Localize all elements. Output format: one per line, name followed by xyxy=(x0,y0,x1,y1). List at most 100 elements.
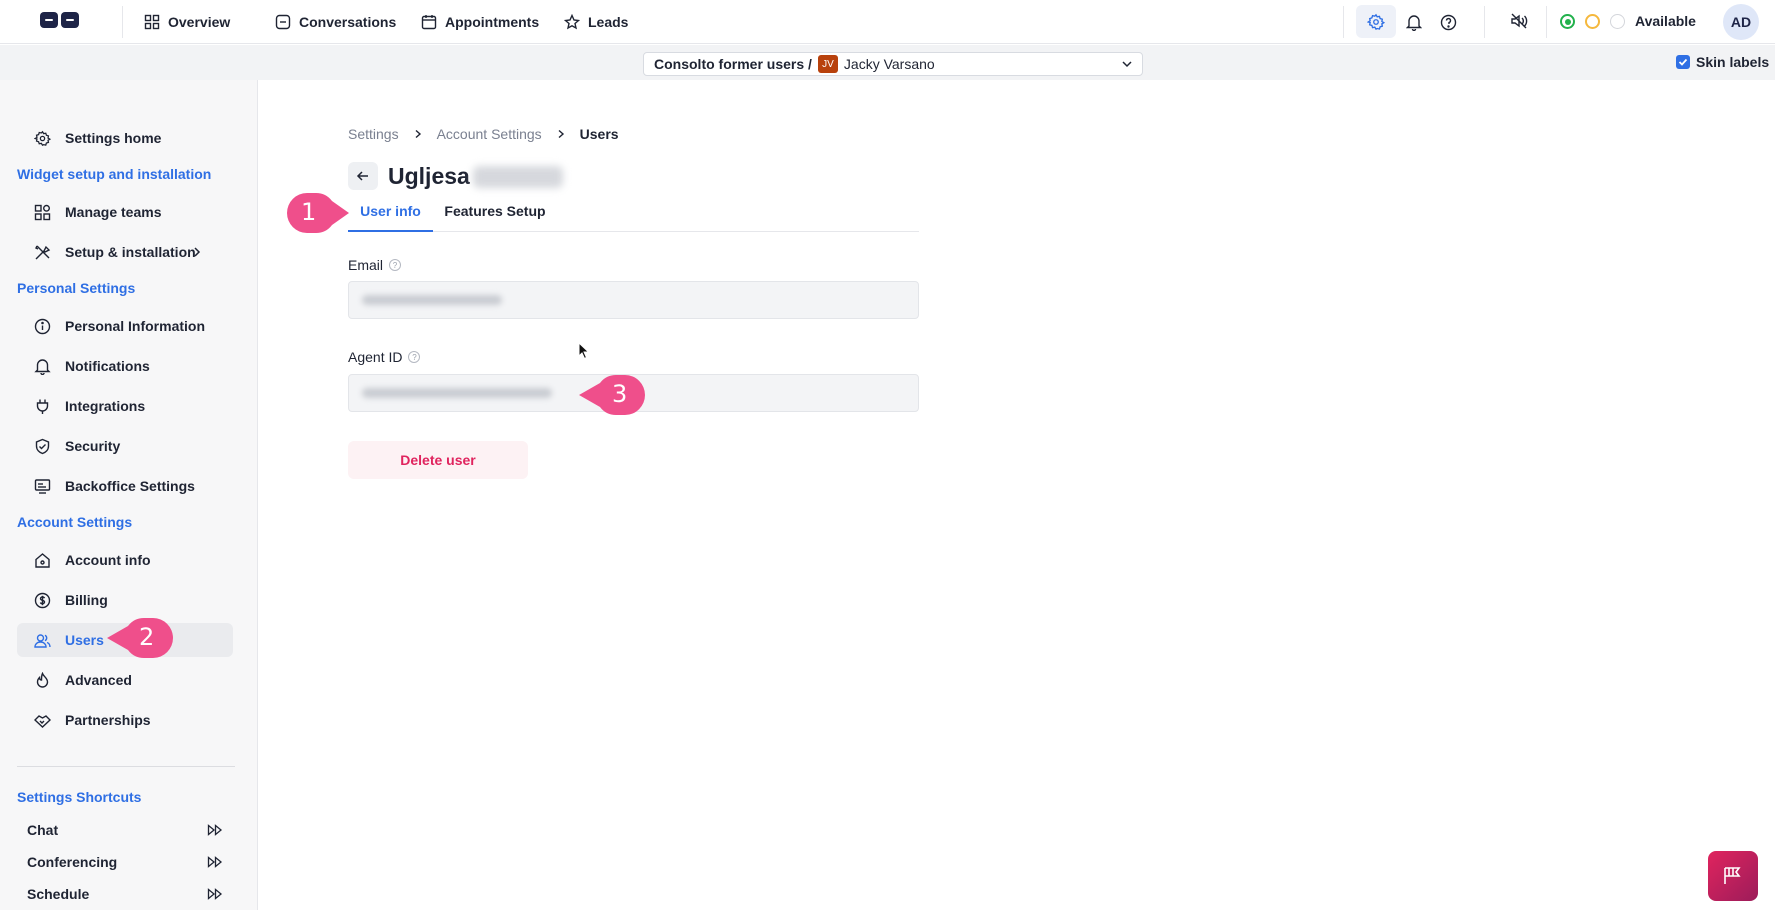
nav-conversations-label: Conversations xyxy=(299,14,397,30)
sidebar-item-manage-teams[interactable]: Manage teams xyxy=(17,195,233,229)
nav-overview-label: Overview xyxy=(168,14,231,30)
shortcut-schedule[interactable]: Schedule xyxy=(27,886,227,902)
sidebar-item-partnerships[interactable]: Partnerships xyxy=(17,703,233,737)
help-icon xyxy=(1440,14,1456,30)
sidebar-item-setup-installation[interactable]: Setup & installation xyxy=(17,235,233,269)
redacted-agent-id xyxy=(362,388,552,398)
delete-user-button[interactable]: Delete user xyxy=(348,441,528,479)
divider xyxy=(1343,6,1344,38)
agent-id-label-text: Agent ID xyxy=(348,349,403,365)
grid-icon xyxy=(144,14,160,30)
sidebar-item-label: Billing xyxy=(65,592,108,608)
breadcrumb-settings[interactable]: Settings xyxy=(348,126,399,142)
status-away-dot[interactable] xyxy=(1585,14,1600,29)
sidebar-item-advanced[interactable]: Advanced xyxy=(17,663,233,697)
settings-sidebar: Settings home Widget setup and installat… xyxy=(0,80,258,910)
dollar-icon xyxy=(34,592,51,608)
chevron-down-icon xyxy=(1122,61,1132,68)
sound-toggle[interactable] xyxy=(1509,11,1529,31)
redacted-last-name xyxy=(473,166,563,188)
sidebar-item-label: Notifications xyxy=(65,358,150,374)
star-icon xyxy=(564,14,580,30)
gear-icon xyxy=(1367,13,1385,30)
sidebar-item-account-info[interactable]: Account info xyxy=(17,543,233,577)
help-widget-button[interactable] xyxy=(1708,851,1758,901)
sound-off-icon xyxy=(1511,13,1528,29)
nav-leads-label: Leads xyxy=(588,14,629,30)
sidebar-item-label: Settings home xyxy=(65,130,162,146)
nav-appointments[interactable]: Appointments xyxy=(421,12,539,32)
shortcut-label: Conferencing xyxy=(27,854,118,870)
email-label-text: Email xyxy=(348,257,384,273)
sidebar-item-label: Account info xyxy=(65,552,151,568)
skin-labels-label: Skin labels xyxy=(1696,54,1770,70)
shortcut-label: Schedule xyxy=(27,886,90,902)
fast-forward-icon xyxy=(207,888,223,900)
redacted-email xyxy=(362,295,502,305)
status-offline-dot[interactable] xyxy=(1610,14,1625,29)
users-icon xyxy=(34,633,51,648)
bell-icon xyxy=(34,358,51,375)
account-bar: Consolto former users / JV Jacky Varsano… xyxy=(0,45,1775,80)
sidebar-item-billing[interactable]: Billing xyxy=(17,583,233,617)
chat-flag-icon xyxy=(1724,867,1741,884)
notifications-button[interactable] xyxy=(1404,12,1424,32)
handshake-icon xyxy=(34,714,51,728)
sidebar-item-label: Users xyxy=(65,632,104,648)
annotation-marker-2: 2 xyxy=(106,617,174,664)
help-button[interactable] xyxy=(1438,12,1458,32)
sidebar-item-security[interactable]: Security xyxy=(17,429,233,463)
help-icon[interactable]: ? xyxy=(389,259,402,271)
teams-grid-icon xyxy=(34,204,51,220)
tab-features-setup[interactable]: Features Setup xyxy=(440,201,550,232)
shortcut-conferencing[interactable]: Conferencing xyxy=(27,854,227,870)
checkbox-checked-icon xyxy=(1676,55,1690,69)
info-icon xyxy=(34,318,51,334)
user-initials-badge: JV xyxy=(817,55,838,73)
fast-forward-icon xyxy=(207,824,223,836)
divider xyxy=(1484,6,1485,38)
sidebar-item-label: Partnerships xyxy=(65,712,151,728)
annotation-marker-1: 1 xyxy=(286,192,350,239)
shortcut-chat[interactable]: Chat xyxy=(27,822,227,838)
sidebar-divider xyxy=(17,766,235,767)
bell-icon xyxy=(1406,14,1422,31)
help-icon[interactable]: ? xyxy=(408,351,421,363)
skin-labels-checkbox[interactable]: Skin labels xyxy=(1676,54,1769,70)
monitor-icon xyxy=(34,478,51,494)
sidebar-header-account[interactable]: Account Settings xyxy=(17,514,132,530)
page-title: Ugljesa xyxy=(388,163,470,189)
status-label[interactable]: Available xyxy=(1635,13,1696,29)
divider xyxy=(1546,6,1547,38)
sidebar-header-widget[interactable]: Widget setup and installation xyxy=(17,166,211,182)
sidebar-item-integrations[interactable]: Integrations xyxy=(17,389,233,423)
sidebar-item-personal-information[interactable]: Personal Information xyxy=(17,309,233,343)
arrow-left-icon xyxy=(356,171,368,181)
avatar[interactable]: AD xyxy=(1723,4,1759,40)
tab-user-info[interactable]: User info xyxy=(348,201,433,232)
nav-conversations[interactable]: Conversations xyxy=(275,12,396,32)
sidebar-header-personal[interactable]: Personal Settings xyxy=(17,280,135,296)
sidebar-item-backoffice-settings[interactable]: Backoffice Settings xyxy=(17,469,233,503)
sidebar-item-label: Integrations xyxy=(65,398,146,414)
user-tabs: User info Features Setup xyxy=(348,201,919,232)
breadcrumb: Settings Account Settings Users xyxy=(348,126,619,142)
shield-icon xyxy=(35,438,50,454)
sidebar-item-notifications[interactable]: Notifications xyxy=(17,349,233,383)
sidebar-header-shortcuts[interactable]: Settings Shortcuts xyxy=(17,789,141,805)
flame-icon xyxy=(36,671,49,688)
nav-overview[interactable]: Overview xyxy=(144,12,230,32)
nav-leads[interactable]: Leads xyxy=(564,12,628,32)
status-available-dot[interactable] xyxy=(1560,14,1575,29)
selected-user-name: Jacky Varsano xyxy=(843,56,935,72)
app-logo[interactable] xyxy=(40,10,80,30)
sidebar-item-settings-home[interactable]: Settings home xyxy=(17,121,233,155)
agent-id-label: Agent ID ? xyxy=(348,349,421,365)
account-user-selector[interactable]: Consolto former users / JV Jacky Varsano xyxy=(643,52,1143,76)
back-button[interactable] xyxy=(348,162,378,190)
divider xyxy=(122,6,123,38)
breadcrumb-account-settings[interactable]: Account Settings xyxy=(437,126,542,142)
settings-button[interactable] xyxy=(1356,5,1396,38)
annotation-number: 1 xyxy=(301,198,317,226)
calendar-icon xyxy=(421,15,437,30)
